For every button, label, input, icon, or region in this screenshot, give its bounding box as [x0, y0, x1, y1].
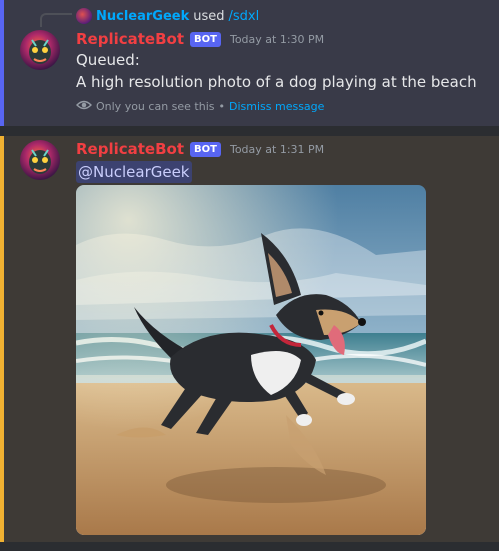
- author-name[interactable]: ReplicateBot: [76, 140, 184, 158]
- reply-command[interactable]: /sdxl: [229, 9, 260, 24]
- timestamp[interactable]: Today at 1:31 PM: [230, 143, 324, 156]
- reply-used-text: used: [193, 8, 225, 24]
- bot-avatar[interactable]: [20, 30, 60, 70]
- message-header: ReplicateBot BOT Today at 1:31 PM: [76, 140, 324, 158]
- generated-dog-beach-image[interactable]: [76, 185, 426, 535]
- timestamp[interactable]: Today at 1:30 PM: [230, 33, 324, 46]
- bot-badge: BOT: [190, 141, 221, 157]
- message-result: ReplicateBot BOT Today at 1:31 PM @Nucle…: [0, 136, 499, 542]
- dismiss-message-link[interactable]: Dismiss message: [229, 100, 324, 113]
- message-line-prompt: A high resolution photo of a dog playing…: [76, 73, 477, 91]
- ephemeral-notice: Only you can see this • Dismiss message: [76, 99, 324, 114]
- ephemeral-text: Only you can see this: [96, 100, 215, 113]
- message-queued: NuclearGeek used /sdxl ReplicateBot BOT …: [0, 0, 499, 126]
- bot-badge: BOT: [190, 31, 221, 47]
- author-name[interactable]: ReplicateBot: [76, 30, 184, 48]
- ephemeral-separator: •: [218, 100, 226, 113]
- composer-edge: [0, 542, 499, 551]
- reply-username[interactable]: NuclearGeek: [96, 9, 189, 24]
- eye-icon: [76, 99, 92, 114]
- reply-spine: [40, 13, 72, 27]
- user-mention[interactable]: @NuclearGeek: [76, 161, 192, 183]
- message-divider: [0, 126, 499, 136]
- user-mini-avatar[interactable]: [76, 8, 92, 24]
- bot-avatar[interactable]: [20, 140, 60, 180]
- command-reply-header: NuclearGeek used /sdxl: [76, 7, 259, 25]
- message-line-queued: Queued:: [76, 51, 140, 69]
- message-header: ReplicateBot BOT Today at 1:30 PM: [76, 30, 324, 48]
